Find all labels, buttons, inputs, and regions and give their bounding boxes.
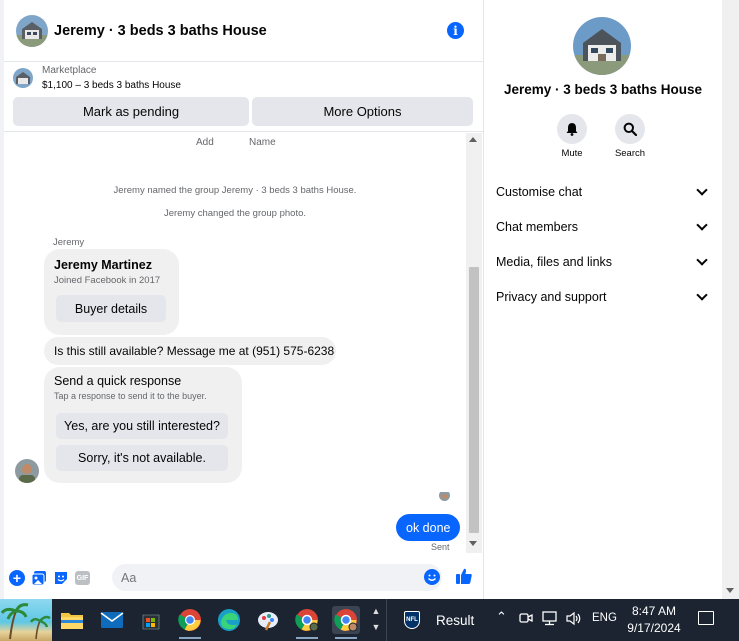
window-scrollbar[interactable] — [722, 0, 739, 599]
clock[interactable]: 8:47 AM 9/17/2024 — [623, 603, 685, 637]
chat-header: Jeremy · 3 beds 3 baths House i — [4, 0, 483, 62]
chrome-icon[interactable] — [176, 606, 204, 639]
bell-icon[interactable] — [557, 114, 587, 144]
section-label: Privacy and support — [496, 290, 607, 304]
image-icon[interactable] — [31, 570, 47, 586]
section-label: Customise chat — [496, 185, 583, 199]
chrome-profile-active-icon[interactable] — [332, 606, 360, 639]
clock-time: 8:47 AM — [631, 604, 677, 618]
name-label[interactable]: Name — [249, 137, 276, 148]
chevron-down-icon — [696, 219, 708, 231]
taskbar: ▲ ▼ NFL Result ⌃ ENG 8:47 AM 9/17/2024 — [0, 599, 739, 641]
info-icon[interactable]: i — [447, 22, 464, 39]
buyer-joined: Joined Facebook in 2017 — [54, 275, 161, 286]
message-input[interactable] — [112, 564, 442, 591]
system-message: Jeremy changed the group photo. — [163, 208, 307, 219]
nfl-icon: NFL — [404, 611, 420, 629]
mute-action[interactable]: Mute — [547, 114, 597, 159]
news-result-label: Result — [436, 612, 475, 628]
mark-pending-button[interactable]: Mark as pending — [13, 97, 249, 126]
store-icon[interactable] — [137, 606, 165, 634]
chat-panel: Jeremy · 3 beds 3 baths House i Marketpl… — [0, 0, 484, 599]
section-customise-chat[interactable]: Customise chat — [496, 182, 710, 202]
chat-info-panel: Jeremy · 3 beds 3 baths House Mute Searc… — [484, 0, 722, 599]
system-message: Jeremy named the group Jeremy · 3 beds 3… — [113, 185, 357, 196]
section-media-files-links[interactable]: Media, files and links — [496, 252, 710, 272]
quick-response-card: Send a quick response Tap a response to … — [44, 367, 242, 483]
edge-icon[interactable] — [215, 606, 243, 634]
chrome-profile-icon[interactable] — [293, 606, 321, 639]
gif-icon[interactable]: GIF — [75, 571, 90, 585]
file-explorer-icon[interactable] — [58, 606, 86, 634]
add-label[interactable]: Add — [196, 137, 214, 148]
sent-status: Sent — [431, 542, 450, 552]
listing-thumbnail[interactable] — [13, 68, 33, 88]
scroll-down-arrow[interactable] — [469, 541, 477, 546]
group-avatar[interactable] — [16, 14, 48, 47]
marketplace-label: Marketplace — [42, 65, 97, 76]
notification-icon[interactable] — [698, 611, 714, 625]
mute-label: Mute — [561, 148, 583, 159]
quick-response-title: Send a quick response — [54, 374, 182, 388]
language-indicator[interactable]: ENG — [592, 612, 617, 624]
scroll-up-arrow[interactable] — [469, 137, 477, 142]
volume-icon[interactable] — [565, 611, 583, 629]
active-indicator — [335, 637, 357, 639]
mail-icon[interactable] — [98, 606, 126, 634]
news-widget[interactable]: NFL Result — [404, 611, 474, 629]
section-chat-members[interactable]: Chat members — [496, 217, 710, 237]
quick-response-no-button[interactable]: Sorry, it's not available. — [56, 445, 228, 471]
section-label: Chat members — [496, 220, 578, 234]
listing-price[interactable]: $1,100 – 3 beds 3 baths House — [42, 80, 181, 91]
clock-date: 9/17/2024 — [627, 621, 681, 635]
chat-title[interactable]: Jeremy · 3 beds 3 baths House — [54, 23, 447, 39]
taskbar-overflow-chevron-icon[interactable]: ▲ ▼ — [371, 603, 381, 635]
chevron-down-icon — [696, 254, 708, 266]
incoming-message[interactable]: Is this still available? Message me at (… — [44, 337, 336, 365]
more-options-button[interactable]: More Options — [252, 97, 473, 126]
sticker-icon[interactable] — [53, 570, 69, 586]
quick-response-yes-button[interactable]: Yes, are you still interested? — [56, 413, 228, 439]
message-list: Add Name Jeremy named the group Jeremy ·… — [4, 133, 466, 553]
active-indicator — [296, 637, 318, 639]
active-indicator — [179, 637, 201, 639]
screen: Jeremy · 3 beds 3 baths House i Marketpl… — [0, 0, 739, 641]
message-scrollbar[interactable] — [466, 133, 482, 553]
read-receipt-avatar — [439, 490, 450, 501]
marketplace-banner: Marketplace $1,100 – 3 beds 3 baths Hous… — [4, 62, 483, 132]
buyer-details-button[interactable]: Buyer details — [56, 295, 166, 322]
sender-avatar[interactable] — [15, 459, 39, 483]
section-label: Media, files and links — [496, 255, 613, 269]
magnifier-icon[interactable] — [615, 114, 645, 144]
quick-response-hint: Tap a response to send it to the buyer. — [54, 391, 207, 401]
scroll-down-arrow[interactable] — [726, 588, 734, 593]
search-label: Search — [614, 148, 646, 159]
buyer-name: Jeremy Martinez — [54, 258, 152, 272]
emoji-icon[interactable] — [424, 569, 440, 585]
beach-widget-icon[interactable] — [0, 599, 52, 641]
side-title: Jeremy · 3 beds 3 baths House — [503, 82, 703, 97]
plus-icon[interactable]: + — [9, 570, 25, 586]
thumbs-up-icon[interactable] — [455, 567, 473, 590]
scroll-thumb[interactable] — [469, 267, 479, 533]
chevron-down-icon — [696, 184, 708, 196]
composer: + GIF — [4, 559, 483, 597]
network-icon[interactable] — [541, 611, 559, 629]
section-privacy-support[interactable]: Privacy and support — [496, 287, 710, 307]
outgoing-message[interactable]: ok done — [396, 514, 461, 541]
sender-name: Jeremy — [53, 237, 85, 248]
paint-icon[interactable] — [254, 606, 282, 634]
group-avatar-large[interactable] — [573, 17, 631, 75]
taskbar-separator — [386, 599, 387, 641]
buyer-card: Jeremy Martinez Joined Facebook in 2017 … — [44, 249, 179, 335]
meet-now-icon[interactable] — [519, 611, 533, 628]
search-action[interactable]: Search — [605, 114, 655, 159]
chevron-down-icon — [696, 289, 708, 301]
tray-chevron-up-icon[interactable]: ⌃ — [496, 609, 507, 625]
